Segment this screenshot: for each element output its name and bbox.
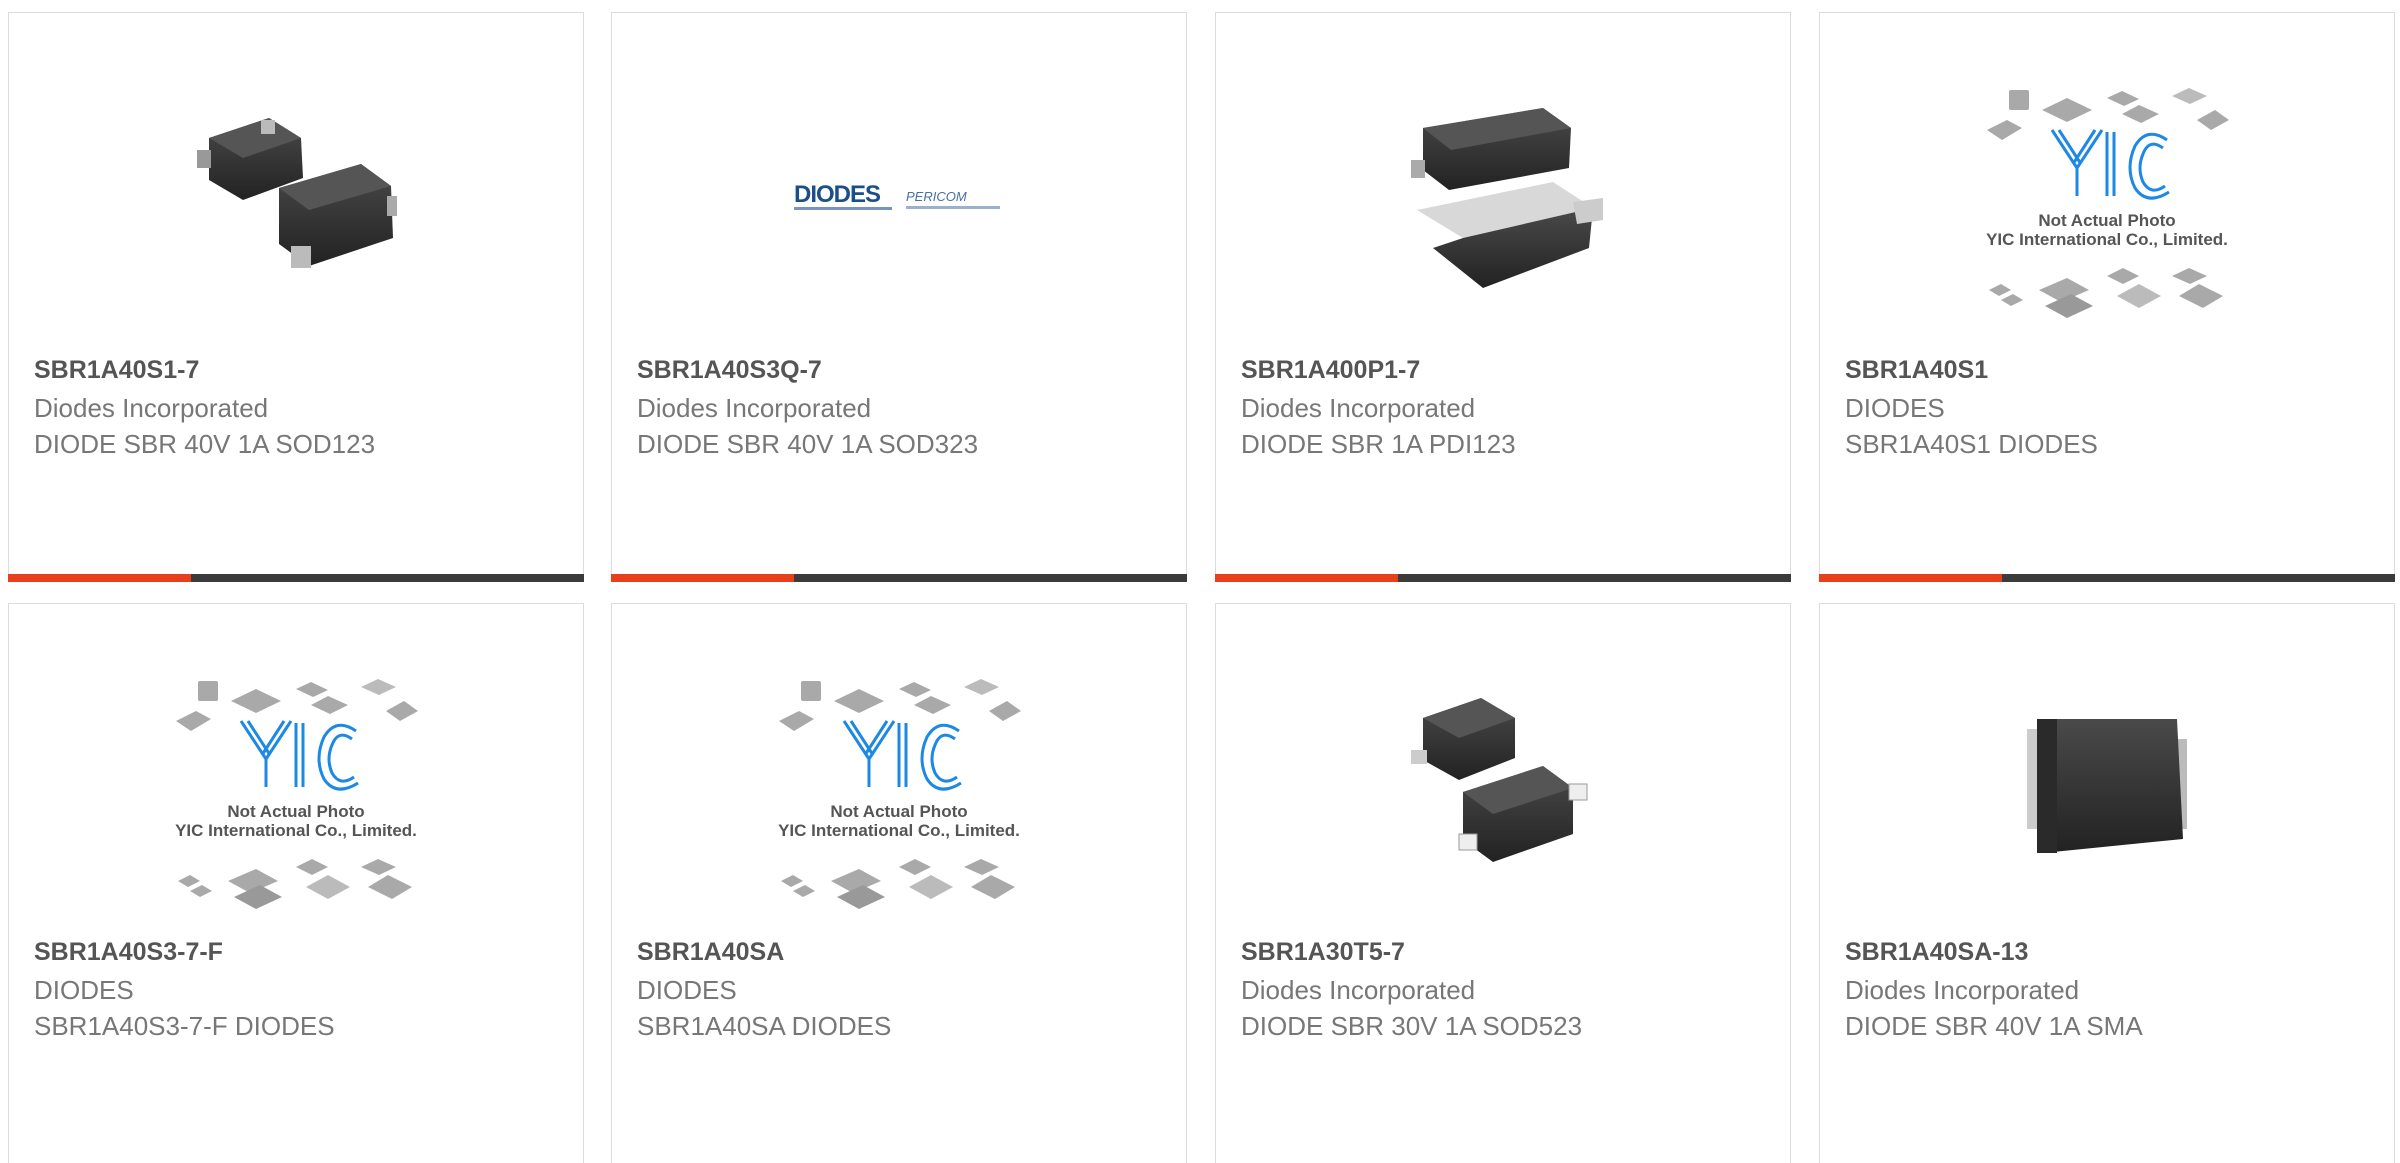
product-description: SBR1A40S1 DIODES — [1845, 429, 2098, 459]
product-image[interactable] — [1820, 69, 2394, 331]
part-number-link[interactable]: SBR1A40S3Q-7 — [637, 356, 822, 385]
sod123-photo-icon — [191, 98, 401, 303]
product-image[interactable] — [9, 660, 583, 922]
product-card[interactable]: SBR1A40SA-13 Diodes Incorporated DIODE SBR… — [1819, 603, 2395, 1163]
card-footer-bar — [611, 574, 1187, 582]
part-number-link[interactable]: SBR1A40SA — [637, 938, 784, 967]
product-description: DIODE SBR 40V 1A SMA — [1845, 1011, 2143, 1041]
product-image[interactable] — [1216, 69, 1790, 331]
product-image[interactable]: DIODES PERICOM — [612, 69, 1186, 331]
manufacturer-name: Diodes Incorporated — [637, 393, 872, 423]
product-card[interactable]: DIODES PERICOM SBR1A40S3Q-7 Diodes Incorpor… — [611, 12, 1187, 582]
product-image[interactable] — [1820, 660, 2394, 922]
product-card[interactable]: SBR1A400P1-7 Diodes Incorporated DIODE SBR… — [1215, 12, 1791, 582]
product-description: DIODE SBR 30V 1A SOD523 — [1241, 1011, 1583, 1041]
part-number-link[interactable]: SBR1A30T5-7 — [1241, 938, 1405, 967]
product-image[interactable] — [1216, 660, 1790, 922]
card-footer-bar — [1215, 574, 1791, 582]
part-number-link[interactable]: SBR1A400P1-7 — [1241, 356, 1420, 385]
product-description: SBR1A40S3-7-F DIODES — [34, 1011, 335, 1041]
pdi123-photo-icon — [1393, 98, 1613, 303]
part-number-link[interactable]: SBR1A40S1-7 — [34, 356, 199, 385]
manufacturer-name: Diodes Incorporated — [34, 393, 269, 423]
product-card[interactable]: SBR1A30T5-7 Diodes Incorporated DIODE SBR … — [1215, 603, 1791, 1163]
product-image[interactable] — [9, 69, 583, 331]
product-description: DIODE SBR 40V 1A SOD323 — [637, 429, 979, 459]
manufacturer-name: Diodes Incorporated — [1241, 393, 1476, 423]
part-number-link[interactable]: SBR1A40S3-7-F — [34, 938, 223, 967]
product-card[interactable]: SBR1A40S1-7 Diodes Incorporated DIODE SBR … — [8, 12, 584, 582]
manufacturer-name: DIODES — [34, 975, 134, 1005]
manufacturer-name: DIODES — [637, 975, 737, 1005]
diodes-logo-icon: DIODES PERICOM — [794, 178, 1004, 223]
manufacturer-name: Diodes Incorporated — [1241, 975, 1476, 1005]
part-number-link[interactable]: SBR1A40SA-13 — [1845, 938, 2028, 967]
card-footer-bar — [8, 574, 584, 582]
yic-placeholder-icon — [156, 659, 436, 924]
svg-text:DIODES: DIODES — [794, 181, 881, 208]
product-card[interactable]: SBR1A40S3-7-F DIODES SBR1A40S3-7-F DIODES — [8, 603, 584, 1163]
yic-placeholder-icon — [1967, 68, 2247, 333]
manufacturer-name: Diodes Incorporated — [1845, 975, 2080, 1005]
card-footer-bar — [1819, 574, 2395, 582]
sod523-photo-icon — [1403, 684, 1603, 899]
yic-placeholder-icon — [759, 659, 1039, 924]
product-grid: SBR1A40S1-7 Diodes Incorporated DIODE SBR … — [0, 0, 2400, 1163]
product-description: DIODE SBR 40V 1A SOD123 — [34, 429, 376, 459]
manufacturer-name: DIODES — [1845, 393, 1945, 423]
part-number-link[interactable]: SBR1A40S1 — [1845, 356, 1988, 385]
product-image[interactable] — [612, 660, 1186, 922]
product-card[interactable]: SBR1A40SA DIODES SBR1A40SA DIODES — [611, 603, 1187, 1163]
product-description: DIODE SBR 1A PDI123 — [1241, 429, 1516, 459]
product-description: SBR1A40SA DIODES — [637, 1011, 892, 1041]
svg-text:PERICOM: PERICOM — [906, 189, 967, 204]
sma-photo-icon — [2007, 689, 2207, 894]
product-card[interactable]: SBR1A40S1 DIODES SBR1A40S1 DIODES — [1819, 12, 2395, 582]
